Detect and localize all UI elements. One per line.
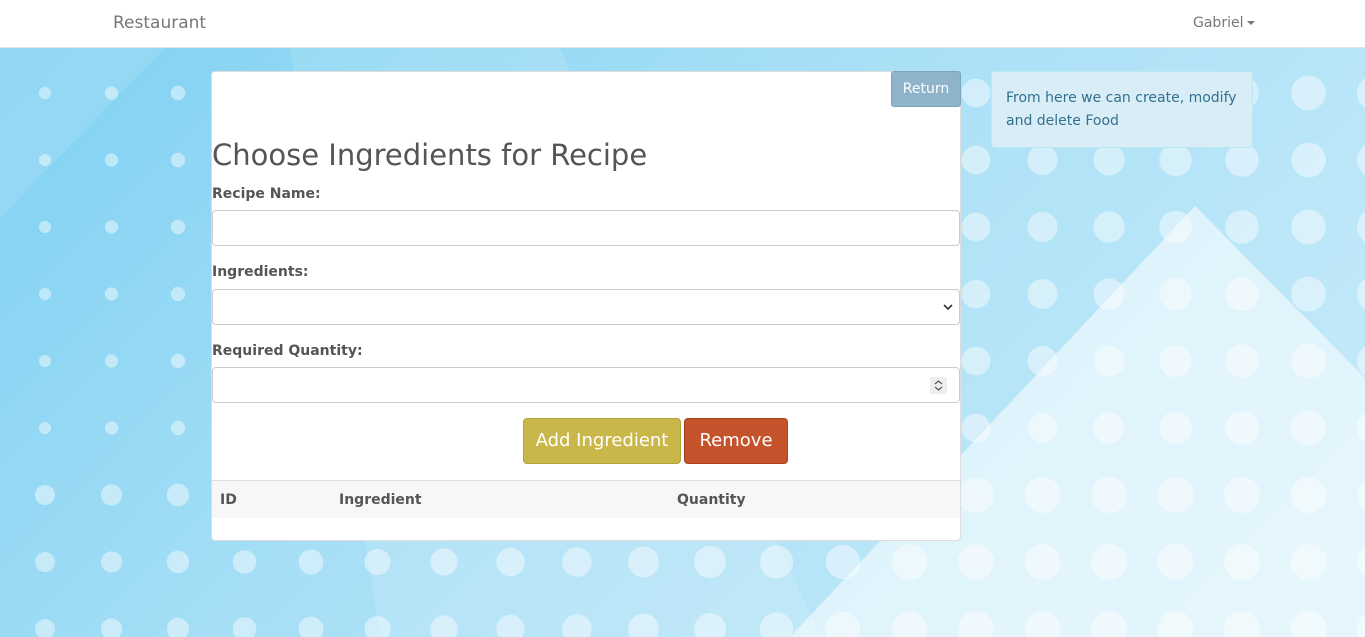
recipe-name-input[interactable] xyxy=(212,210,960,246)
recipe-name-label: Recipe Name: xyxy=(212,186,321,202)
column-header-id: ID xyxy=(220,492,237,508)
column-header-quantity: Quantity xyxy=(677,492,746,508)
column-header-ingredient: Ingredient xyxy=(339,492,422,508)
remove-button[interactable]: Remove xyxy=(684,418,788,464)
quantity-input[interactable] xyxy=(212,367,960,403)
page-title: Choose Ingredients for Recipe xyxy=(212,138,648,172)
chevron-down-icon xyxy=(943,304,953,311)
return-button[interactable]: Return xyxy=(891,71,961,107)
ingredients-table-header: ID Ingredient Quantity xyxy=(212,480,960,518)
navbar: Restaurant Gabriel xyxy=(0,0,1365,48)
brand-link[interactable]: Restaurant xyxy=(113,13,206,33)
user-menu[interactable]: Gabriel xyxy=(1193,15,1256,31)
info-box: From here we can create, modify and dele… xyxy=(991,71,1253,148)
caret-down-icon xyxy=(1247,21,1256,25)
add-ingredient-button[interactable]: Add Ingredient xyxy=(523,418,681,464)
info-text: From here we can create, modify and dele… xyxy=(1006,90,1237,129)
ingredients-select[interactable] xyxy=(212,289,960,325)
quantity-label: Required Quantity: xyxy=(212,343,363,359)
recipe-panel: Return Choose Ingredients for Recipe Rec… xyxy=(211,71,961,541)
number-spinner-icon[interactable] xyxy=(930,377,947,394)
user-name: Gabriel xyxy=(1193,15,1244,31)
ingredients-label: Ingredients: xyxy=(212,264,309,280)
